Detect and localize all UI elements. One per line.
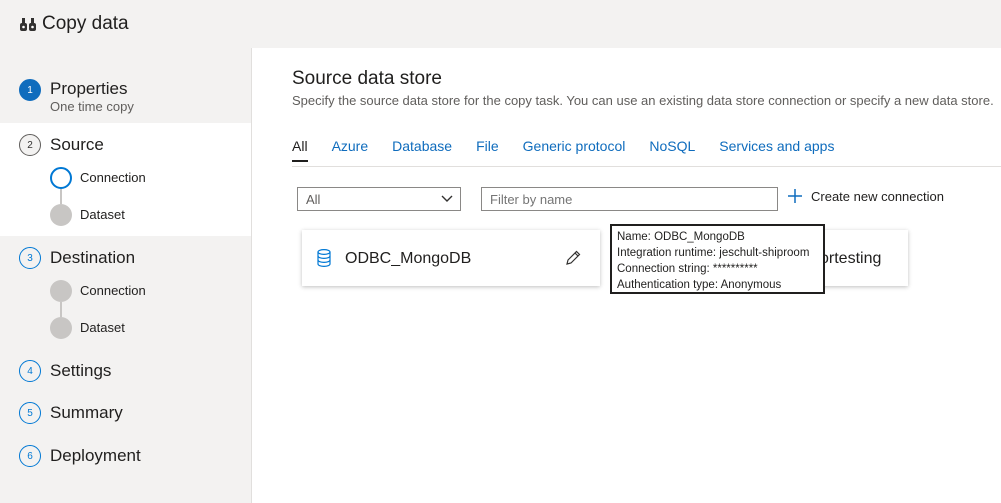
category-tabs: All Azure Database File Generic protocol… [292, 138, 858, 162]
tab-file[interactable]: File [476, 138, 499, 162]
step-number: 5 [19, 402, 41, 424]
step-label: Summary [50, 403, 123, 422]
tab-database[interactable]: Database [392, 138, 452, 162]
tooltip-auth-type: Authentication type: Anonymous [617, 279, 782, 291]
tab-azure[interactable]: Azure [332, 138, 369, 162]
step-number: 4 [19, 360, 41, 382]
substep-source-dataset[interactable]: Dataset [80, 207, 125, 222]
connection-name: ortesting [820, 250, 882, 267]
create-new-connection-button[interactable]: Create new connection [787, 188, 944, 204]
step-label: Deployment [50, 446, 141, 465]
copy-data-icon [20, 18, 36, 31]
step-sublabel: One time copy [50, 99, 134, 114]
app-header: Copy data [0, 0, 1001, 48]
connection-tooltip: Name: ODBC_MongoDB Integration runtime: … [610, 224, 825, 294]
page-description: Specify the source data store for the co… [292, 93, 994, 108]
tab-nosql[interactable]: NoSQL [649, 138, 695, 162]
tooltip-connection-string: Connection string: ********** [617, 263, 758, 275]
tab-generic-protocol[interactable]: Generic protocol [523, 138, 626, 162]
substep-destination-connection[interactable]: Connection [80, 283, 146, 298]
tooltip-runtime: Integration runtime: jeschult-shiproom [617, 247, 810, 259]
substep-source-connection[interactable]: Connection [80, 170, 146, 185]
step-number: 3 [19, 247, 41, 269]
type-filter-dropdown[interactable]: All [297, 187, 461, 211]
create-new-connection-label: Create new connection [811, 188, 944, 204]
tab-all[interactable]: All [292, 138, 308, 162]
step-label: Source [50, 135, 104, 154]
step-number: 1 [19, 79, 41, 101]
tabs-divider [292, 166, 1001, 167]
substep-source-connection-indicator [50, 167, 72, 189]
wizard-steps: 1 Properties One time copy 2 Source Conn… [0, 48, 251, 503]
connection-name: ODBC_MongoDB [345, 250, 472, 267]
connection-card[interactable]: ODBC_MongoDB [302, 230, 600, 286]
substep-destination-connection-indicator [50, 280, 72, 302]
source-data-store-panel: Source data store Specify the source dat… [251, 48, 1001, 503]
tab-services-and-apps[interactable]: Services and apps [719, 138, 834, 162]
dropdown-value: All [306, 191, 321, 207]
substep-connector [60, 189, 62, 204]
step-label: Settings [50, 361, 112, 380]
substep-source-dataset-indicator [50, 204, 72, 226]
tooltip-name: Name: ODBC_MongoDB [617, 231, 745, 243]
filter-by-name-input[interactable] [481, 187, 778, 211]
step-number: 2 [19, 134, 41, 156]
step-label: Properties [50, 79, 128, 98]
substep-destination-dataset[interactable]: Dataset [80, 320, 125, 335]
app-title: Copy data [42, 13, 129, 34]
step-label: Destination [50, 248, 136, 267]
step-number: 6 [19, 445, 41, 467]
database-icon [317, 249, 331, 267]
substep-connector [60, 302, 62, 317]
plus-icon [788, 189, 802, 203]
edit-icon[interactable] [564, 249, 582, 267]
page-title: Source data store [292, 68, 442, 89]
substep-destination-dataset-indicator [50, 317, 72, 339]
chevron-down-icon [441, 195, 453, 202]
